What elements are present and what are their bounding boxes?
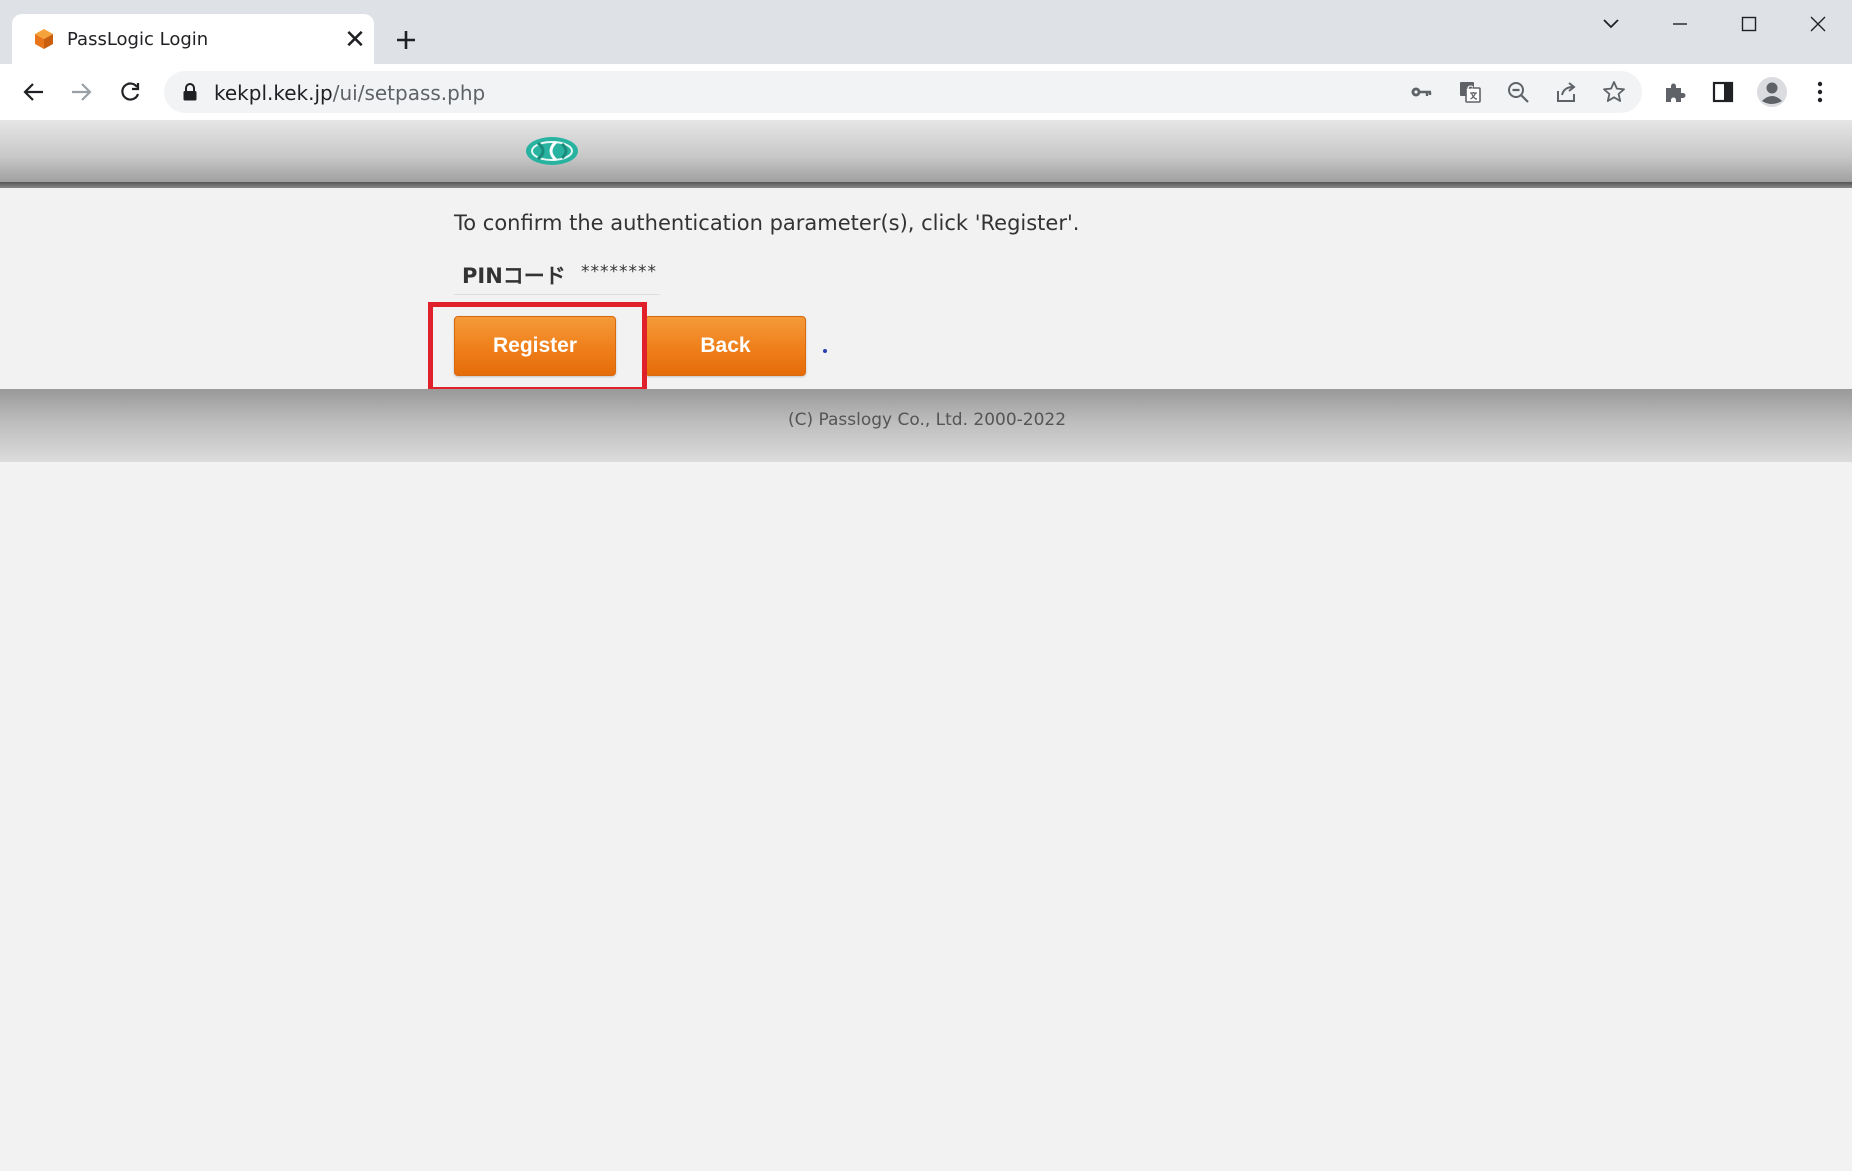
browser-toolbar: kekpl.kek.jp/ui/setpass.php G bbox=[0, 64, 1852, 121]
pin-code-label: PINコード bbox=[462, 264, 566, 288]
translate-button[interactable]: G bbox=[1455, 77, 1485, 107]
minimize-button[interactable] bbox=[1651, 6, 1709, 42]
page-viewport: To confirm the authentication parameter(… bbox=[0, 120, 1852, 1171]
instructions-text: To confirm the authentication parameter(… bbox=[454, 211, 1080, 235]
url-text: kekpl.kek.jp/ui/setpass.php bbox=[214, 81, 485, 105]
arrow-right-icon bbox=[72, 83, 92, 101]
kek-logo-icon bbox=[526, 137, 578, 165]
side-panel-button[interactable] bbox=[1705, 74, 1741, 110]
password-key-button[interactable] bbox=[1406, 77, 1436, 107]
tab-strip: PassLogic Login ✕ bbox=[0, 0, 1852, 64]
copyright-label: (C) Passlogy Co., Ltd. 2000-2022 bbox=[787, 410, 1067, 430]
copyright-text: (C) Passlogy Co., Ltd. 2000-2022 bbox=[0, 410, 1852, 430]
tab-title: PassLogic Login bbox=[67, 29, 209, 50]
puzzle-icon bbox=[1666, 83, 1686, 102]
arrow-left-icon bbox=[23, 83, 43, 101]
avatar-icon bbox=[1757, 77, 1787, 107]
menu-button[interactable] bbox=[1802, 74, 1838, 110]
reload-button[interactable] bbox=[112, 74, 148, 110]
new-tab-button[interactable] bbox=[390, 24, 422, 56]
share-icon bbox=[1557, 82, 1576, 102]
close-icon bbox=[1810, 16, 1826, 32]
back-nav-button[interactable] bbox=[16, 74, 52, 110]
link-dot bbox=[823, 349, 827, 353]
profile-button[interactable] bbox=[1754, 74, 1790, 110]
close-window-button[interactable] bbox=[1789, 6, 1847, 42]
address-bar[interactable]: kekpl.kek.jp/ui/setpass.php G bbox=[164, 71, 1642, 113]
bookmark-button[interactable] bbox=[1599, 77, 1629, 107]
translate-icon: G bbox=[1460, 82, 1481, 103]
maximize-icon bbox=[1741, 16, 1757, 32]
back-button[interactable]: Back bbox=[645, 316, 806, 376]
url-host: kekpl.kek.jp bbox=[214, 81, 333, 105]
site-footer: (C) Passlogy Co., Ltd. 2000-2022 bbox=[0, 389, 1852, 462]
passlogic-favicon-icon bbox=[35, 29, 53, 49]
pin-code-value: ******** bbox=[581, 262, 657, 282]
plus-icon bbox=[397, 31, 415, 49]
register-highlight-box bbox=[428, 302, 647, 392]
reload-icon bbox=[121, 82, 140, 101]
auth-param-row: PINコード ******** bbox=[454, 256, 660, 295]
zoom-out-button[interactable] bbox=[1503, 77, 1533, 107]
forward-nav-button[interactable] bbox=[63, 74, 99, 110]
key-icon bbox=[1411, 87, 1432, 97]
tab-search-button[interactable] bbox=[1582, 6, 1640, 42]
side-panel-icon bbox=[1712, 81, 1734, 103]
chevron-down-icon bbox=[1603, 19, 1619, 29]
more-vertical-icon bbox=[1817, 81, 1823, 103]
site-header bbox=[0, 120, 1852, 188]
extensions-button[interactable] bbox=[1657, 74, 1693, 110]
lock-icon bbox=[183, 83, 197, 101]
star-icon bbox=[1603, 81, 1625, 102]
maximize-button[interactable] bbox=[1720, 6, 1778, 42]
share-button[interactable] bbox=[1551, 77, 1581, 107]
header-divider bbox=[0, 182, 1852, 188]
browser-tab[interactable]: PassLogic Login ✕ bbox=[12, 14, 374, 64]
zoom-out-icon bbox=[1508, 82, 1529, 103]
tab-close-icon[interactable]: ✕ bbox=[340, 24, 370, 54]
url-path: /ui/setpass.php bbox=[332, 81, 486, 105]
minimize-icon bbox=[1673, 23, 1687, 25]
